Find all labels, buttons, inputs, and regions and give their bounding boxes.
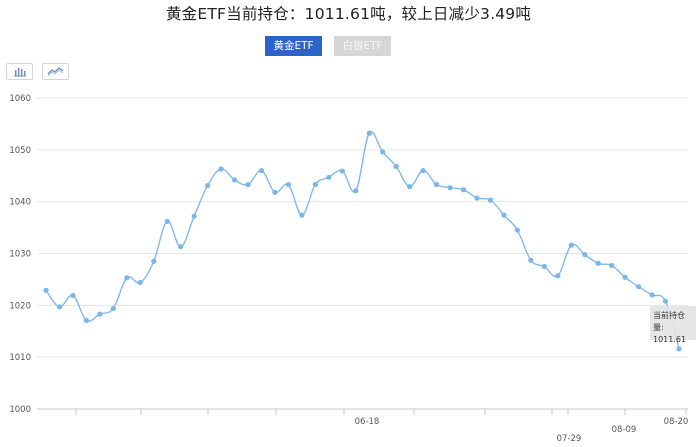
data-point <box>124 275 130 281</box>
data-point <box>353 188 359 194</box>
grid-lines <box>37 97 688 410</box>
data-point <box>205 182 211 189</box>
data-point <box>151 258 157 264</box>
data-point <box>312 181 318 188</box>
data-point <box>676 346 682 352</box>
x-tick-label: 08-09 <box>612 425 637 435</box>
tooltip: 当前持仓量: 1011.61 <box>650 306 696 344</box>
data-point <box>514 227 520 233</box>
data-point <box>595 260 601 266</box>
data-point <box>110 305 116 312</box>
data-point <box>191 213 197 219</box>
data-point <box>56 304 63 310</box>
data-point <box>474 195 480 201</box>
data-point <box>393 163 399 170</box>
y-axis: 1000 1010 1020 1030 1040 1050 1060 <box>9 94 31 415</box>
data-point <box>218 166 224 172</box>
y-tick-label: 1020 <box>9 301 31 311</box>
data-point <box>447 185 453 191</box>
data-point <box>178 244 184 250</box>
y-tick-label: 1040 <box>9 198 31 208</box>
data-point <box>541 263 547 270</box>
data-point <box>380 149 386 155</box>
tooltip-value: 1011.61 <box>653 335 687 344</box>
data-point <box>339 168 345 174</box>
data-point <box>164 218 170 224</box>
data-point <box>231 177 238 183</box>
data-point <box>285 181 292 188</box>
data-point <box>137 279 143 286</box>
data-point <box>460 187 467 193</box>
data-point <box>272 189 278 195</box>
data-point <box>487 197 494 203</box>
data-point <box>433 181 440 188</box>
data-point <box>635 284 642 290</box>
data-point <box>420 167 426 174</box>
data-point <box>501 212 507 218</box>
data-point <box>582 251 588 258</box>
series-line <box>45 131 680 350</box>
tooltip-label: 当前持仓量: <box>653 311 685 332</box>
y-tick-label: 1060 <box>9 94 31 104</box>
data-point <box>245 181 251 188</box>
data-point <box>43 287 49 293</box>
data-point <box>83 317 90 323</box>
y-tick-label: 1010 <box>9 353 31 363</box>
data-point <box>299 212 305 218</box>
y-tick-label: 1000 <box>9 405 31 415</box>
data-point <box>258 167 265 174</box>
data-point <box>70 292 76 299</box>
data-point <box>649 292 655 298</box>
y-tick-label: 1030 <box>9 250 31 260</box>
chart-area: 1000101010201030104010501060 06-1807-290… <box>9 94 689 444</box>
y-tick-label: 1050 <box>9 146 31 156</box>
data-point <box>609 262 615 269</box>
x-tick-label: 08-20 <box>664 417 689 427</box>
x-tick-label: 07-29 <box>557 434 582 444</box>
data-point <box>555 273 561 279</box>
data-point <box>326 174 332 180</box>
data-point <box>622 274 628 280</box>
x-tick-label: 06-18 <box>355 417 380 427</box>
data-point <box>528 257 534 263</box>
data-point <box>366 130 372 136</box>
data-point <box>97 311 103 317</box>
data-point <box>568 242 574 248</box>
data-point <box>662 298 669 304</box>
x-axis: 06-18 07-29 08-09 08-20 <box>75 409 689 444</box>
data-point <box>407 184 413 190</box>
